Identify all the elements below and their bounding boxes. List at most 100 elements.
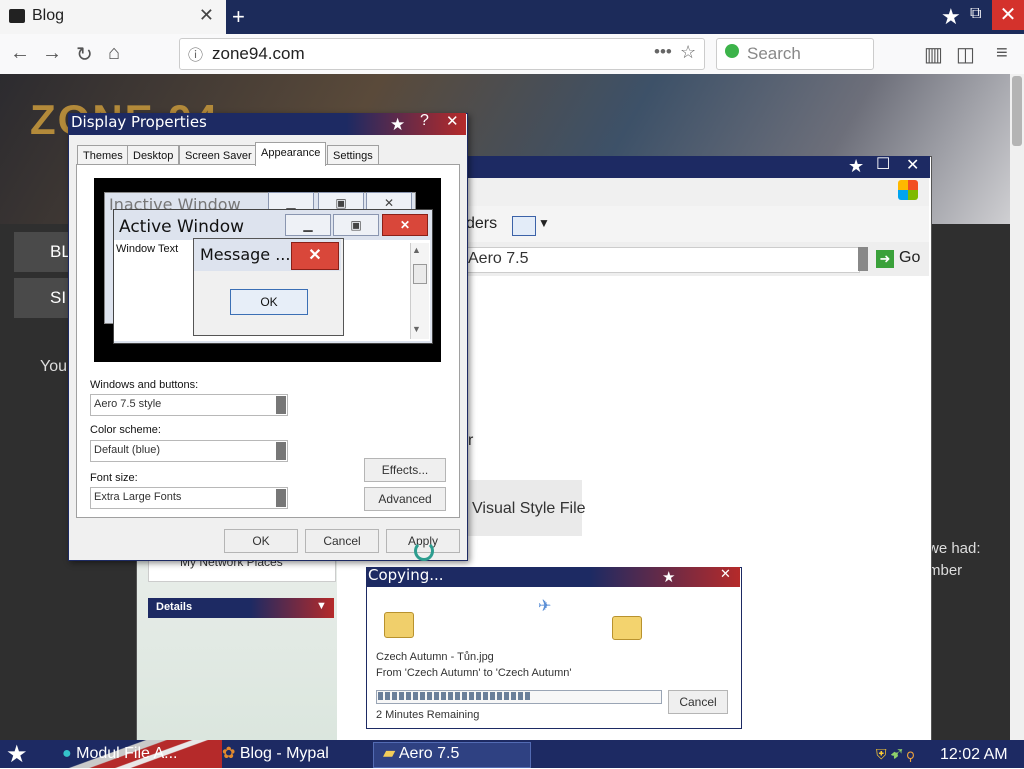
scroll-up-icon: ▲ xyxy=(412,245,421,255)
explorer-item-text: r xyxy=(468,432,474,449)
visual-style-file-label[interactable]: Visual Style File xyxy=(472,500,586,518)
page-scrollbar-thumb[interactable] xyxy=(1012,76,1022,146)
search-bar[interactable]: Search xyxy=(716,38,874,70)
windows-buttons-value: Aero 7.5 style xyxy=(94,398,162,410)
page-actions-icon[interactable]: ••• xyxy=(654,42,672,62)
taskbar-clock[interactable]: 12:02 AM xyxy=(940,746,1008,764)
copying-title: Copying... xyxy=(368,566,444,584)
bookmark-star-icon[interactable]: ☆ xyxy=(680,42,696,63)
page-text-right-1: we had: xyxy=(928,540,981,557)
color-scheme-value: Default (blue) xyxy=(94,444,161,456)
star-icon: ★ xyxy=(848,156,865,176)
url-text[interactable]: zone94.com xyxy=(212,44,305,64)
folder-icon: ▰ xyxy=(383,745,396,762)
dropdown-arrow-icon[interactable] xyxy=(276,442,286,460)
preview-ok-button: OK xyxy=(230,289,308,315)
dropdown-arrow-icon[interactable] xyxy=(276,396,286,414)
preview-scroll-thumb xyxy=(413,264,427,284)
star-icon: ★ xyxy=(941,4,961,29)
window-close-button[interactable]: ✕ xyxy=(992,0,1024,30)
tab-close-icon[interactable]: ✕ xyxy=(199,5,214,26)
network-icon[interactable]: ➹ xyxy=(890,746,902,762)
explorer-close-button[interactable]: ✕ xyxy=(906,155,919,175)
color-scheme-label: Color scheme: xyxy=(90,424,161,436)
destination-folder-icon xyxy=(612,616,642,640)
copying-close-button[interactable]: ✕ xyxy=(720,566,731,582)
site-favicon-icon xyxy=(9,9,25,23)
preview-message-title: Message ... xyxy=(200,245,291,264)
tab-appearance[interactable]: Appearance xyxy=(255,142,327,166)
views-icon[interactable] xyxy=(512,216,536,236)
font-size-label: Font size: xyxy=(90,472,138,484)
copying-cancel-button[interactable]: Cancel xyxy=(668,690,728,714)
page-text-right-2: mber xyxy=(928,562,963,579)
effects-button[interactable]: Effects... xyxy=(364,458,446,482)
tab-settings[interactable]: Settings xyxy=(327,145,379,166)
dialog-close-button[interactable]: ✕ xyxy=(446,112,459,130)
window-restore-button[interactable]: ⧉ xyxy=(970,5,981,23)
search-icon[interactable]: ⚲ xyxy=(907,746,914,762)
system-tray-icons[interactable]: ⛨ ➹ ⚲ xyxy=(876,746,914,763)
details-label[interactable]: Details xyxy=(156,601,192,613)
chevron-down-icon[interactable]: ▼ xyxy=(538,216,550,230)
start-button[interactable]: ★ xyxy=(6,740,28,769)
forward-icon[interactable]: → xyxy=(42,42,62,65)
color-scheme-select[interactable]: Default (blue) xyxy=(90,440,288,462)
taskbar-item-module-file[interactable]: ● Modul File A... xyxy=(62,742,182,766)
windows-buttons-label: Windows and buttons: xyxy=(90,379,199,391)
tab-title: Blog xyxy=(32,7,65,24)
app-icon: ● xyxy=(62,745,72,762)
tab-themes[interactable]: Themes xyxy=(77,145,129,166)
shield-icon[interactable]: ⛨ xyxy=(876,746,887,762)
home-icon[interactable]: ⌂ xyxy=(108,42,120,65)
preview-active-title: Active Window xyxy=(119,217,245,237)
source-folder-icon xyxy=(384,612,414,638)
advanced-button[interactable]: Advanced xyxy=(364,487,446,511)
star-icon: ★ xyxy=(662,569,676,586)
taskbar-item-aero-label: Aero 7.5 xyxy=(398,745,460,762)
minimize-icon: ▁ xyxy=(285,214,331,236)
copying-from-to: From 'Czech Autumn' to 'Czech Autumn' xyxy=(376,667,572,679)
address-dropdown-button[interactable] xyxy=(858,247,868,271)
copying-time-remaining: 2 Minutes Remaining xyxy=(376,709,480,721)
busy-cursor-icon xyxy=(414,541,434,561)
explorer-address-text[interactable]: Aero 7.5 xyxy=(468,250,528,268)
tab-screen-saver[interactable]: Screen Saver xyxy=(179,145,258,166)
taskbar-item-blog[interactable]: ✿ Blog - Mypal xyxy=(222,742,329,766)
taskbar-item-module-file-label: Modul File A... xyxy=(76,745,178,762)
taskbar-item-aero[interactable]: ▰ Aero 7.5 xyxy=(383,742,459,766)
new-tab-button[interactable]: + xyxy=(232,4,245,30)
tab-desktop[interactable]: Desktop xyxy=(127,145,180,166)
tab-blog[interactable]: Blog ✕ xyxy=(0,0,226,34)
search-placeholder[interactable]: Search xyxy=(747,44,801,64)
dropdown-arrow-icon[interactable] xyxy=(276,489,286,507)
reload-icon[interactable]: ↻ xyxy=(76,42,93,67)
info-icon[interactable]: ⓘ xyxy=(188,44,203,65)
explorer-maximize-button[interactable]: ☐ xyxy=(876,154,890,174)
ok-button[interactable]: OK xyxy=(224,529,298,553)
scroll-down-icon: ▼ xyxy=(412,324,421,334)
windows-buttons-select[interactable]: Aero 7.5 style xyxy=(90,394,288,416)
star-icon: ★ xyxy=(390,115,406,134)
url-bar[interactable]: ⓘ zone94.com ••• ☆ xyxy=(179,38,705,70)
maximize-icon: ▣ xyxy=(333,214,379,236)
taskbar-item-blog-label: Blog - Mypal xyxy=(239,745,329,762)
cancel-button[interactable]: Cancel xyxy=(305,529,379,553)
browser-icon: ✿ xyxy=(222,745,236,762)
flying-paper-icon: ✈ xyxy=(538,598,552,615)
font-size-value: Extra Large Fonts xyxy=(94,491,182,503)
back-icon[interactable]: ← xyxy=(10,42,30,65)
menu-icon[interactable]: ≡ xyxy=(996,42,1008,65)
library-icon[interactable]: ▥ xyxy=(924,42,943,67)
go-arrow-icon[interactable]: ➜ xyxy=(876,250,894,268)
font-size-select[interactable]: Extra Large Fonts xyxy=(90,487,288,509)
folders-button[interactable]: ders xyxy=(466,215,497,233)
dialog-title: Display Properties xyxy=(71,113,207,131)
help-button[interactable]: ? xyxy=(420,112,429,130)
chevron-down-icon[interactable]: ▼ xyxy=(316,600,327,612)
page-text-you: You xyxy=(40,358,67,375)
preview-window-text: Window Text xyxy=(116,243,179,255)
page-scrollbar[interactable] xyxy=(1010,74,1024,740)
sidebar-icon[interactable]: ◫ xyxy=(956,42,975,67)
go-button[interactable]: Go xyxy=(899,249,920,267)
